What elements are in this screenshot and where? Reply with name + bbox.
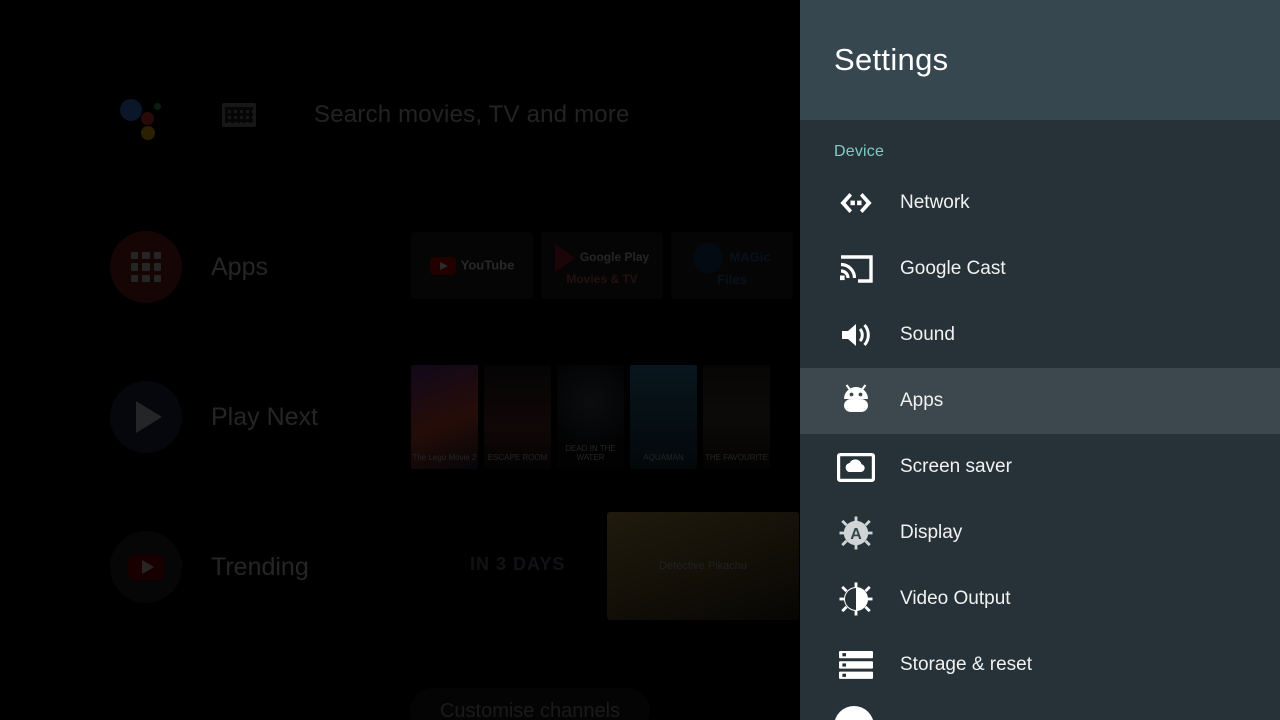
poster-title: The Lego Movie 2	[412, 453, 477, 463]
row-label-trending: Trending	[211, 552, 309, 581]
settings-item-label: Sound	[900, 324, 955, 345]
google-assistant-dots-icon	[120, 95, 166, 140]
trending-teaser-text: IN 3 DAYS	[470, 554, 566, 574]
poster-title: AQUAMAN	[643, 453, 684, 463]
settings-item-video-output[interactable]: Video Output	[800, 566, 1280, 632]
network-icon	[834, 181, 878, 225]
settings-item-display[interactable]: A Display	[800, 500, 1280, 566]
settings-item-apps[interactable]: Apps	[800, 368, 1280, 434]
customise-channels-button[interactable]: Customise channels	[410, 688, 650, 720]
apps-grid-icon	[110, 231, 182, 303]
poster-title: ESCAPE ROOM	[487, 453, 548, 463]
storage-icon	[834, 643, 878, 687]
poster-title: THE FAVOURITE	[705, 453, 768, 463]
settings-item-label: Video Output	[900, 588, 1011, 609]
play-next-posters: The Lego Movie 2 ESCAPE ROOM DEAD IN THE…	[411, 365, 776, 469]
brightness-icon	[834, 577, 878, 621]
search-bar[interactable]: Search movies, TV and more	[120, 92, 630, 140]
row-apps[interactable]: Apps	[110, 231, 268, 303]
settings-menu: Network Google Cast Sound Apps Screen sa…	[800, 170, 1280, 698]
settings-item-network[interactable]: Network	[800, 170, 1280, 236]
poster-item[interactable]: AQUAMAN	[630, 365, 697, 469]
trending-video-tile[interactable]: Detective Pikachu	[607, 512, 799, 620]
play-triangle-icon	[110, 381, 182, 453]
app-tile-magic-files[interactable]: MAGic Files	[671, 232, 793, 299]
screensaver-icon	[834, 445, 878, 489]
app-tile-sublabel: Files	[717, 272, 747, 288]
settings-item-next-partial-icon	[834, 706, 874, 720]
display-auto-icon: A	[834, 511, 878, 555]
app-tile-label: MAGic	[729, 249, 771, 265]
app-tile-youtube[interactable]: YouTube	[411, 232, 533, 299]
customise-channels-label: Customise channels	[439, 699, 621, 720]
row-play-next[interactable]: Play Next	[110, 381, 318, 453]
settings-item-label: Network	[900, 192, 970, 213]
keyboard-icon[interactable]	[222, 103, 256, 127]
search-placeholder: Search movies, TV and more	[314, 101, 630, 128]
settings-item-google-cast[interactable]: Google Cast	[800, 236, 1280, 302]
app-tile-label: Google Play	[579, 250, 650, 265]
settings-item-label: Storage & reset	[900, 654, 1033, 675]
poster-item[interactable]: The Lego Movie 2	[411, 365, 478, 469]
android-tv-screen: Search movies, TV and more Apps YouTube …	[0, 0, 1280, 720]
section-label-device: Device	[834, 143, 885, 160]
poster-item[interactable]: THE FAVOURITE	[703, 365, 770, 469]
settings-item-sound[interactable]: Sound	[800, 302, 1280, 368]
settings-item-label: Apps	[900, 390, 944, 411]
settings-panel: Settings Device Network Google Cast Soun…	[800, 0, 1280, 720]
android-robot-icon	[834, 379, 878, 423]
svg-text:A: A	[850, 526, 862, 543]
settings-item-label: Google Cast	[900, 258, 1006, 279]
row-label-play-next: Play Next	[211, 402, 318, 431]
settings-header: Settings	[800, 0, 1280, 120]
settings-item-label: Screen saver	[900, 456, 1012, 477]
poster-item[interactable]: ESCAPE ROOM	[484, 365, 551, 469]
poster-title: DEAD IN THE WATER	[565, 444, 616, 463]
settings-item-label: Display	[900, 522, 963, 543]
app-tile-google-play-movies[interactable]: Google Play Movies & TV	[541, 232, 663, 299]
settings-item-storage-reset[interactable]: Storage & reset	[800, 632, 1280, 698]
trending-video-title: Detective Pikachu	[658, 560, 748, 572]
app-tile-sublabel: Movies & TV	[566, 272, 638, 287]
sound-icon	[834, 313, 878, 357]
row-label-apps: Apps	[211, 252, 268, 281]
youtube-icon	[110, 531, 182, 603]
app-tile-label: YouTube	[460, 256, 515, 272]
app-tiles: YouTube Google Play Movies & TV MAGic File…	[411, 232, 801, 299]
settings-item-screen-saver[interactable]: Screen saver	[800, 434, 1280, 500]
cast-icon	[834, 247, 878, 291]
row-trending[interactable]: Trending	[110, 531, 309, 603]
page-title: Settings	[834, 42, 949, 77]
poster-item[interactable]: DEAD IN THE WATER	[557, 365, 624, 469]
